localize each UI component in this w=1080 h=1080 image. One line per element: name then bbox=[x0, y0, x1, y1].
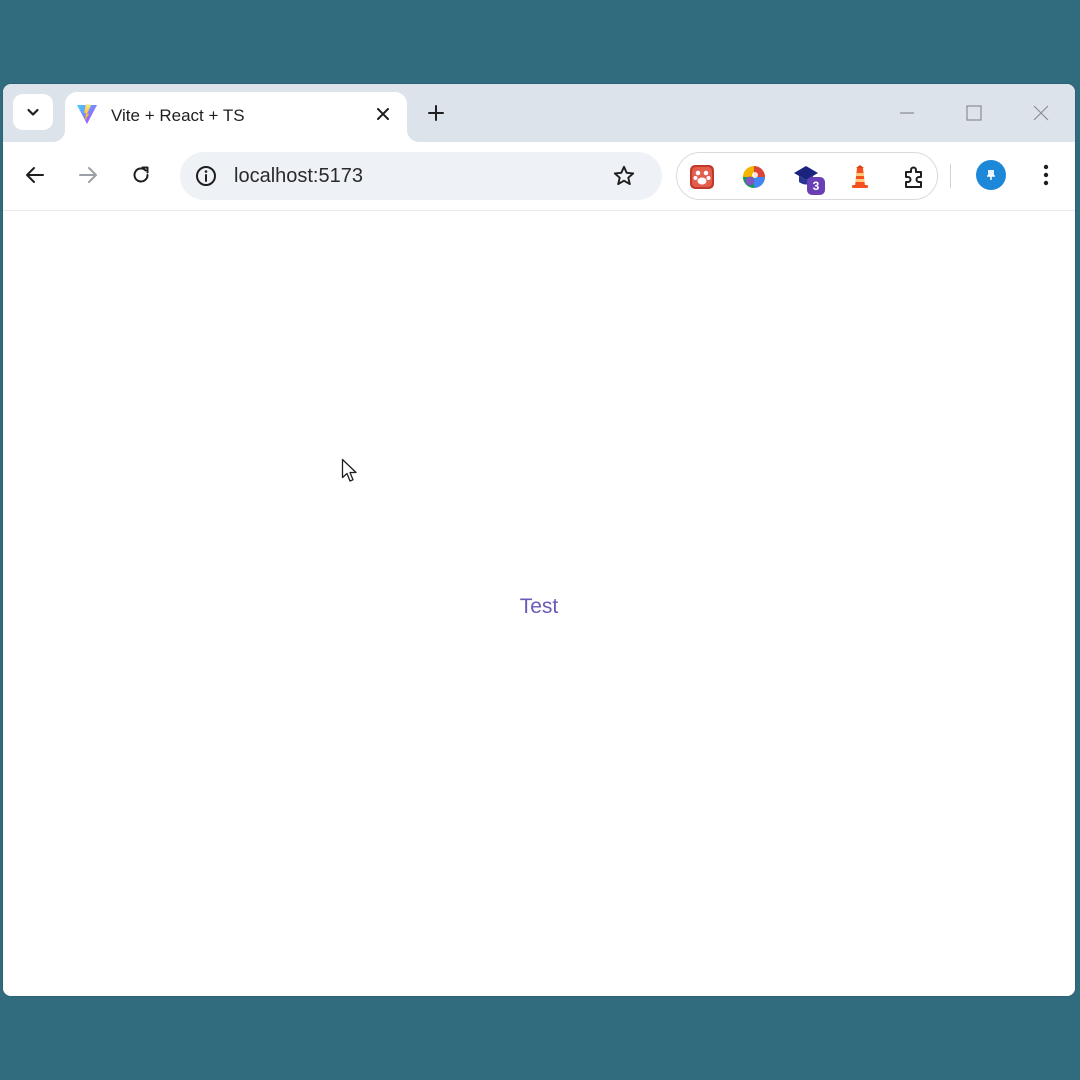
chevron-down-icon bbox=[27, 108, 39, 116]
close-window-button[interactable] bbox=[1021, 98, 1061, 128]
arrow-right-icon bbox=[79, 167, 97, 183]
reload-button[interactable] bbox=[124, 158, 158, 192]
extension-badge: 3 bbox=[807, 177, 825, 195]
pin-icon bbox=[987, 170, 995, 180]
back-button[interactable] bbox=[18, 158, 52, 192]
tab-strip: Vite + React + TS bbox=[3, 84, 1075, 142]
minimize-button[interactable] bbox=[887, 98, 927, 128]
kebab-menu-icon bbox=[1043, 164, 1049, 186]
address-text[interactable]: localhost:5173 bbox=[234, 165, 363, 188]
paw-extension-icon[interactable] bbox=[689, 164, 715, 190]
maximize-button[interactable] bbox=[954, 98, 994, 128]
plus-icon bbox=[428, 105, 444, 121]
vite-logo-icon bbox=[77, 104, 97, 124]
new-tab-button[interactable] bbox=[421, 98, 451, 128]
info-icon[interactable] bbox=[194, 164, 218, 188]
lighthouse-extension-icon[interactable] bbox=[847, 164, 873, 190]
browser-window: Vite + React + TS localhost:5173 3 Test bbox=[3, 84, 1075, 996]
tab-title: Vite + React + TS bbox=[111, 106, 245, 125]
browser-toolbar: localhost:5173 3 bbox=[3, 142, 1075, 211]
address-bar[interactable]: localhost:5173 bbox=[180, 152, 662, 200]
maximize-icon bbox=[966, 105, 982, 121]
star-icon[interactable] bbox=[612, 164, 636, 188]
mouse-cursor-icon bbox=[341, 458, 357, 482]
close-icon bbox=[1033, 105, 1049, 121]
page-content: Test bbox=[3, 211, 1075, 996]
extensions-group: 3 bbox=[676, 152, 938, 200]
tab-close-button[interactable] bbox=[371, 102, 395, 126]
reload-icon bbox=[133, 166, 149, 183]
browser-menu-button[interactable] bbox=[1031, 160, 1061, 190]
arrow-left-icon bbox=[26, 167, 44, 183]
close-icon bbox=[377, 108, 389, 120]
forward-button[interactable] bbox=[71, 158, 105, 192]
profile-avatar[interactable] bbox=[976, 160, 1006, 190]
page-text: Test bbox=[519, 595, 559, 618]
toolbar-divider bbox=[950, 164, 951, 188]
minimize-icon bbox=[900, 112, 914, 114]
tab-active[interactable]: Vite + React + TS bbox=[65, 92, 407, 142]
graduation-cap-extension[interactable]: 3 bbox=[793, 163, 825, 195]
puzzle-icon[interactable] bbox=[901, 164, 927, 190]
colorful-extension-icon[interactable] bbox=[741, 164, 767, 190]
badge-count: 3 bbox=[812, 179, 820, 193]
tab-search-button[interactable] bbox=[13, 94, 53, 130]
